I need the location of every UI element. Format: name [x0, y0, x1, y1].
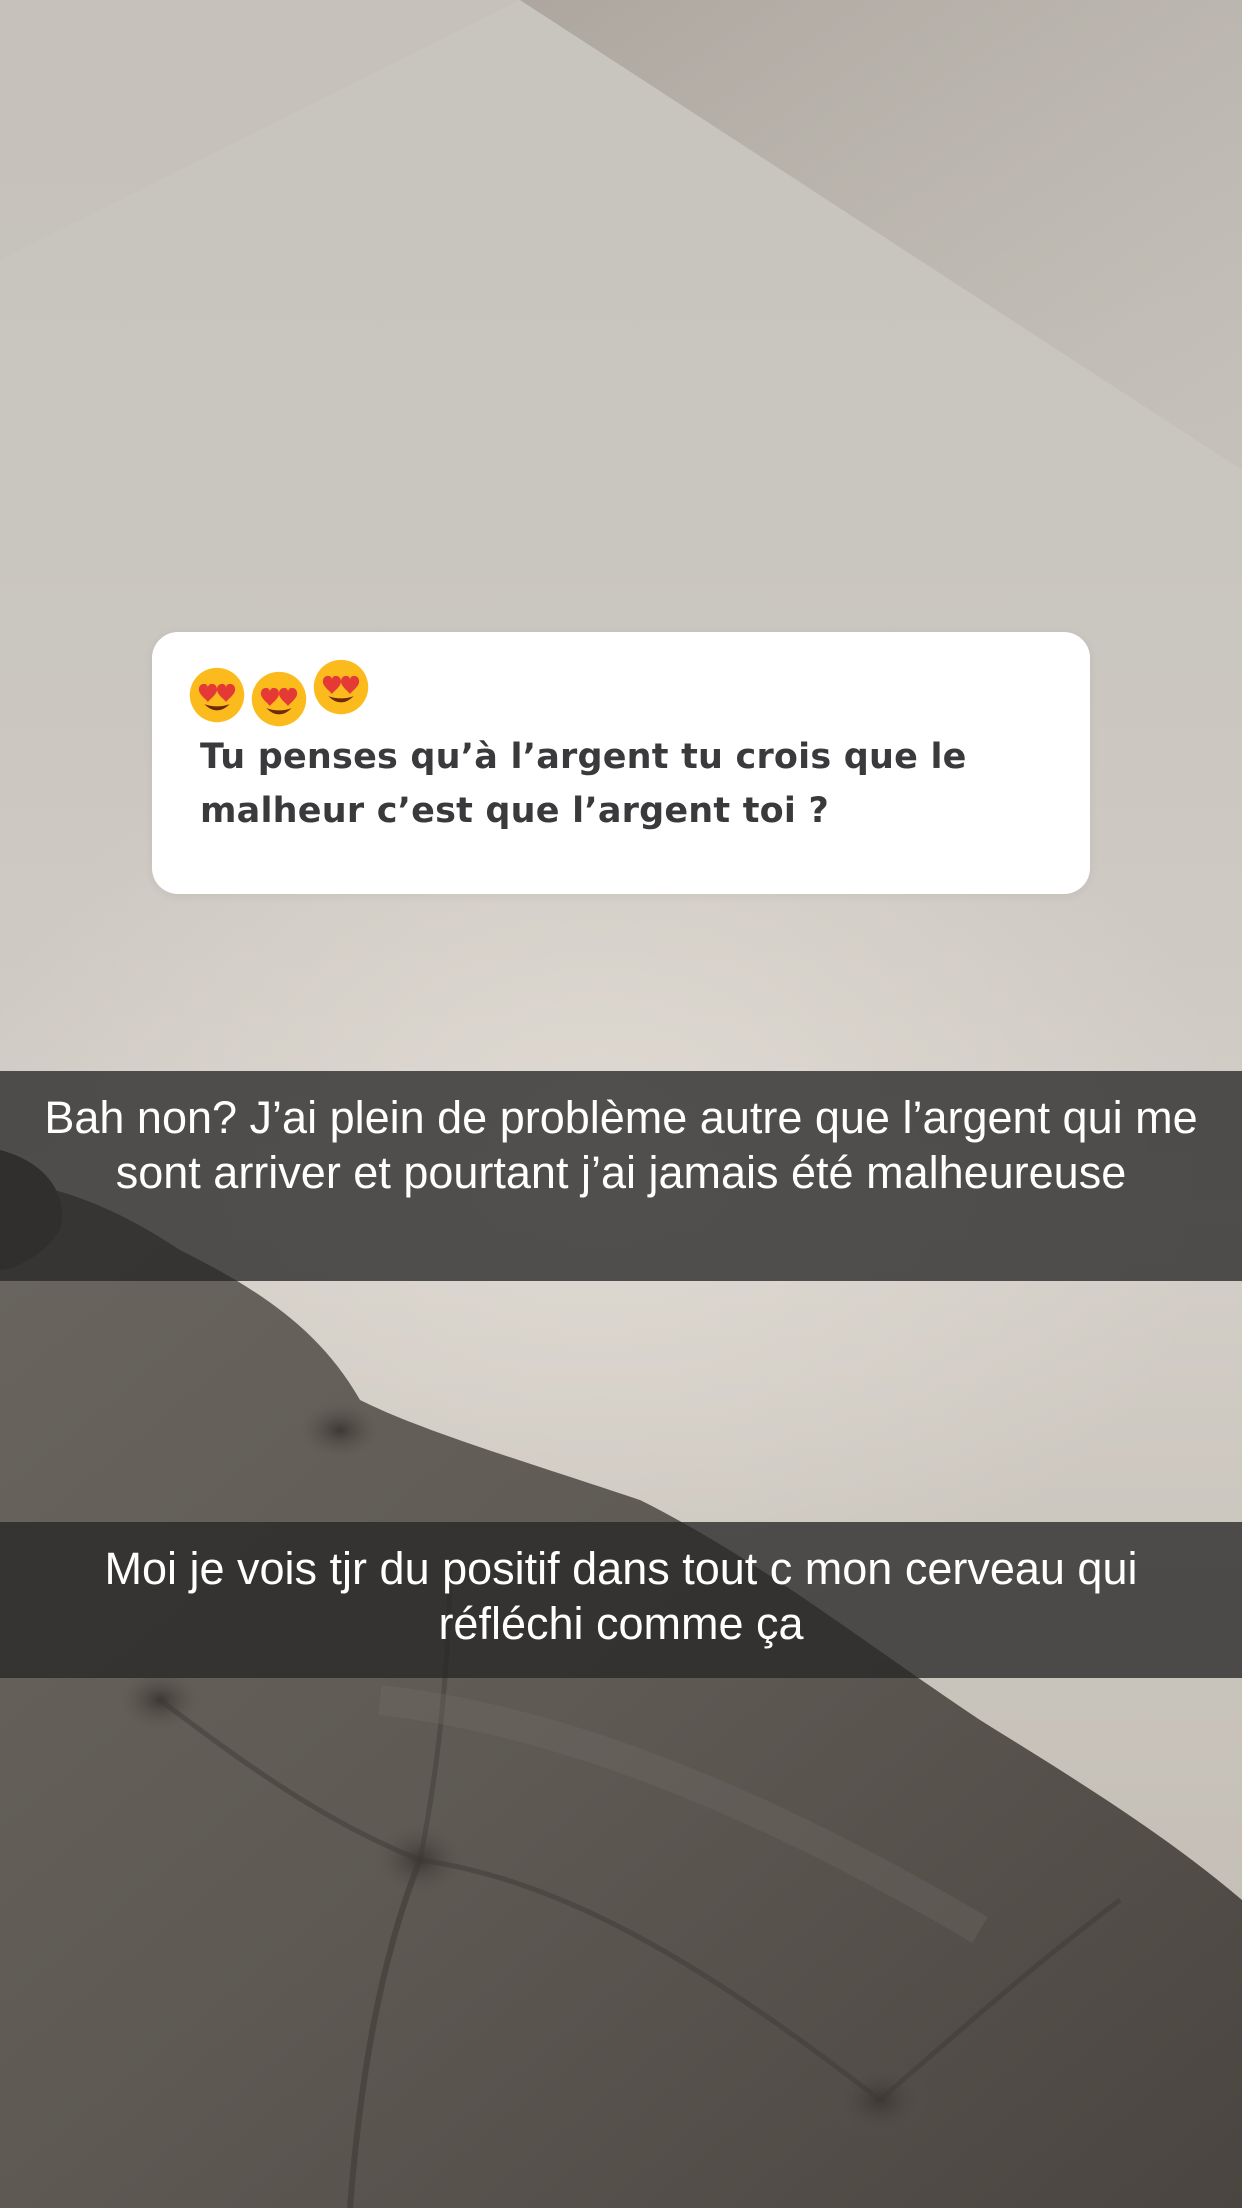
question-sticker[interactable]: Tu penses qu’à l’argent tu crois que le …: [152, 632, 1090, 894]
caption-bar[interactable]: Bah non? J’ai plein de problème autre qu…: [0, 1071, 1242, 1281]
caption-text: Moi je vois tjr du positif dans tout c m…: [104, 1543, 1138, 1649]
question-text: Tu penses qu’à l’argent tu crois que le …: [200, 737, 967, 831]
heart-eyes-emoji-icon: [189, 667, 245, 723]
emoji-row: [188, 659, 388, 727]
story-view[interactable]: Tu penses qu’à l’argent tu crois que le …: [0, 0, 1242, 2208]
caption-bar[interactable]: Moi je vois tjr du positif dans tout c m…: [0, 1522, 1242, 1678]
heart-eyes-emoji-icon: [251, 671, 307, 727]
heart-eyes-emoji-icon: [313, 659, 369, 715]
caption-text: Bah non? J’ai plein de problème autre qu…: [44, 1092, 1198, 1198]
